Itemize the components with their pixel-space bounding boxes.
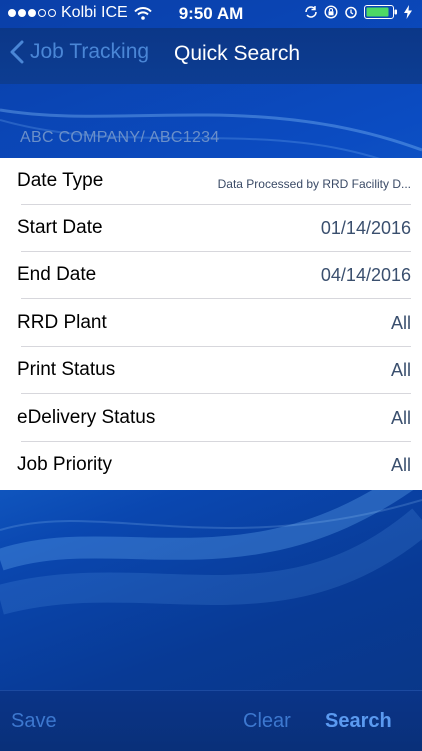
field-value: All	[390, 313, 411, 333]
bottom-toolbar: Save Clear Search	[0, 690, 422, 751]
field-row-rrd-plant[interactable]: RRD Plant All	[0, 300, 422, 347]
field-label: Start Date	[17, 217, 103, 238]
field-row-job-priority[interactable]: Job Priority All	[0, 442, 422, 489]
search-button[interactable]: Search	[325, 710, 392, 733]
field-value: Data Processed by RRD Facility D...	[217, 177, 411, 191]
field-row-end-date[interactable]: End Date 04/14/2016	[0, 252, 422, 299]
field-row-edelivery-status[interactable]: eDelivery Status All	[0, 395, 422, 442]
back-button-label: Job Tracking	[30, 40, 150, 63]
field-label: Print Status	[17, 359, 116, 380]
search-criteria-form: Date Type Data Processed by RRD Facility…	[0, 158, 422, 490]
field-row-start-date[interactable]: Start Date 01/14/2016	[0, 205, 422, 252]
field-value: All	[390, 360, 411, 380]
status-right	[304, 5, 412, 19]
lock-rotation-icon	[324, 5, 338, 19]
sync-icon	[305, 6, 317, 18]
navigation-bar: Job Tracking Quick Search	[0, 28, 422, 84]
battery-icon	[364, 5, 397, 19]
charging-bolt-icon	[404, 5, 412, 19]
field-value: 04/14/2016	[320, 265, 411, 285]
field-row-print-status[interactable]: Print Status All	[0, 347, 422, 394]
field-label: End Date	[17, 264, 97, 285]
status-bar: Kolbi ICE 9:50 AM	[0, 0, 422, 28]
alarm-icon	[345, 6, 357, 19]
clear-button[interactable]: Clear	[243, 710, 291, 733]
chevron-left-icon	[10, 40, 24, 64]
field-label: Job Priority	[17, 454, 113, 475]
divider	[21, 393, 411, 394]
save-button[interactable]: Save	[11, 710, 57, 733]
page-title: Quick Search	[174, 42, 301, 65]
field-value: All	[390, 408, 411, 428]
divider	[21, 298, 411, 299]
company-account-label: ABC COMPANY/ ABC1234	[20, 129, 220, 146]
field-value: All	[390, 455, 411, 475]
field-label: RRD Plant	[17, 312, 107, 333]
field-label: eDelivery Status	[17, 407, 156, 428]
field-label: Date Type	[17, 170, 104, 191]
back-button[interactable]: Job Tracking	[10, 40, 149, 64]
field-row-date-type[interactable]: Date Type Data Processed by RRD Facility…	[0, 158, 422, 205]
field-value: 01/14/2016	[320, 218, 411, 238]
